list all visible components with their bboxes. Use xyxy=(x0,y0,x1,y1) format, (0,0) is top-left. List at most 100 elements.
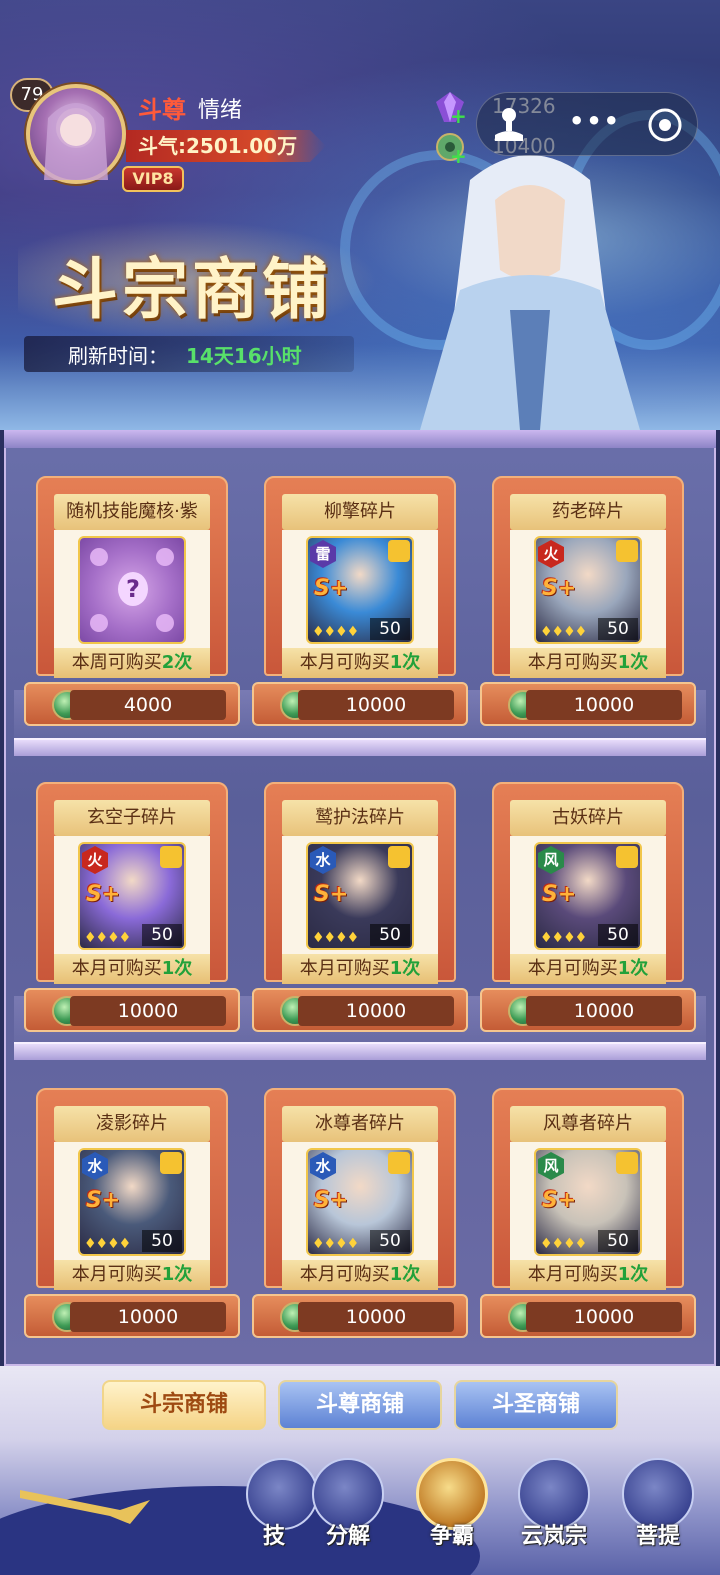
item-name: 古妖碎片 xyxy=(510,800,666,836)
limit-prefix: 本月可购买 xyxy=(299,1264,390,1285)
item-portrait[interactable]: 水 S+ ♦♦♦♦ 50 xyxy=(306,842,414,950)
fragment-puzzle-icon xyxy=(616,540,638,562)
buy-button[interactable]: 4000 xyxy=(24,682,240,726)
limit-prefix: 本月可购买 xyxy=(71,958,162,979)
shop-item-card[interactable]: 随机技能魔核·紫? 本周可购买2次 4000 xyxy=(24,476,240,728)
hero-level: 50 xyxy=(370,1230,410,1252)
vip-badge[interactable]: VIP8 xyxy=(122,166,184,192)
hero-level: 50 xyxy=(598,1230,638,1252)
hero-level: 50 xyxy=(598,924,638,946)
buy-button[interactable]: 10000 xyxy=(480,988,696,1032)
item-portrait[interactable]: 水 S+ ♦♦♦♦ 50 xyxy=(78,1148,186,1256)
add-jade-icon[interactable]: + xyxy=(450,144,467,168)
star-rating-icon: ♦♦♦♦ xyxy=(312,624,359,640)
star-rating-icon: ♦♦♦♦ xyxy=(540,1236,587,1252)
item-portrait[interactable]: 雷 S+ ♦♦♦♦ 50 xyxy=(306,536,414,644)
item-portrait[interactable]: 风 S+ ♦♦♦♦ 50 xyxy=(534,842,642,950)
nav-decompose[interactable]: 分解 xyxy=(306,1458,390,1568)
star-rating-icon: ♦♦♦♦ xyxy=(84,1236,131,1252)
buy-button[interactable]: 10000 xyxy=(480,682,696,726)
player-avatar[interactable] xyxy=(26,84,126,184)
rune-icon xyxy=(156,614,174,632)
item-portrait[interactable]: ? xyxy=(78,536,186,644)
add-crystal-icon[interactable]: + xyxy=(450,104,467,128)
limit-count: 1次 xyxy=(617,652,649,673)
tab-douzun-shop[interactable]: 斗尊商铺 xyxy=(278,1380,442,1430)
purchase-limit: 本月可购买1次 xyxy=(282,1260,438,1290)
random-skill-core-icon: ? xyxy=(80,538,184,642)
grade-splus-icon: S+ xyxy=(314,882,349,907)
nav-label: 分解 xyxy=(325,1524,370,1549)
item-price: 10000 xyxy=(526,1302,682,1332)
shop-item-card[interactable]: 风尊者碎片风 S+ ♦♦♦♦ 50 本月可购买1次 10000 xyxy=(480,1088,696,1340)
player-rank-title: 斗尊 xyxy=(138,95,186,124)
item-portrait[interactable]: 风 S+ ♦♦♦♦ 50 xyxy=(534,1148,642,1256)
nav-contest[interactable]: 争霸 xyxy=(410,1458,494,1568)
item-price: 10000 xyxy=(298,690,454,720)
item-portrait[interactable]: 水 S+ ♦♦♦♦ 50 xyxy=(306,1148,414,1256)
joystick-icon[interactable] xyxy=(489,105,529,145)
item-name: 冰尊者碎片 xyxy=(282,1106,438,1142)
shop-item-card[interactable]: 冰尊者碎片水 S+ ♦♦♦♦ 50 本月可购买1次 10000 xyxy=(252,1088,468,1340)
purchase-limit: 本月可购买1次 xyxy=(54,954,210,984)
fragment-puzzle-icon xyxy=(160,1152,182,1174)
purchase-limit: 本周可购买2次 xyxy=(54,648,210,678)
limit-count: 1次 xyxy=(389,1264,421,1285)
limit-prefix: 本月可购买 xyxy=(527,1264,618,1285)
shop-item-card[interactable]: 古妖碎片风 S+ ♦♦♦♦ 50 本月可购买1次 10000 xyxy=(480,782,696,1034)
shop-item-card[interactable]: 药老碎片火 S+ ♦♦♦♦ 50 本月可购买1次 10000 xyxy=(480,476,696,728)
shop-item-card[interactable]: 鹫护法碎片水 S+ ♦♦♦♦ 50 本月可购买1次 10000 xyxy=(252,782,468,1034)
item-portrait[interactable]: 火 S+ ♦♦♦♦ 50 xyxy=(534,536,642,644)
nav-bodhi[interactable]: 菩提 xyxy=(616,1458,700,1568)
tab-douzong-shop[interactable]: 斗宗商铺 xyxy=(102,1380,266,1430)
item-name: 鹫护法碎片 xyxy=(282,800,438,836)
fragment-puzzle-icon xyxy=(388,846,410,868)
shop-item-card[interactable]: 柳擎碎片雷 S+ ♦♦♦♦ 50 本月可购买1次 10000 xyxy=(252,476,468,728)
hero-level: 50 xyxy=(370,618,410,640)
nav-label: 云岚宗 xyxy=(520,1524,587,1549)
purchase-limit: 本月可购买1次 xyxy=(510,1260,666,1290)
star-rating-icon: ♦♦♦♦ xyxy=(540,930,587,946)
fragment-puzzle-icon xyxy=(160,846,182,868)
shop-item-card[interactable]: 凌影碎片水 S+ ♦♦♦♦ 50 本月可购买1次 10000 xyxy=(24,1088,240,1340)
miniprogram-capsule: ••• xyxy=(476,92,698,156)
item-name: 玄空子碎片 xyxy=(54,800,210,836)
purchase-limit: 本月可购买1次 xyxy=(282,954,438,984)
nav-yunlan-sect[interactable]: 云岚宗 xyxy=(512,1458,596,1568)
purchase-limit: 本月可购买1次 xyxy=(282,648,438,678)
limit-count: 1次 xyxy=(617,958,649,979)
tab-dousheng-shop[interactable]: 斗圣商铺 xyxy=(454,1380,618,1430)
limit-prefix: 本月可购买 xyxy=(527,958,618,979)
buy-button[interactable]: 10000 xyxy=(252,682,468,726)
grade-splus-icon: S+ xyxy=(86,1188,121,1213)
item-price: 4000 xyxy=(70,690,226,720)
avatar-portrait-icon xyxy=(44,103,108,180)
limit-count: 1次 xyxy=(617,1264,649,1285)
item-name: 风尊者碎片 xyxy=(510,1106,666,1142)
limit-prefix: 本月可购买 xyxy=(299,652,390,673)
hero-level: 50 xyxy=(598,618,638,640)
grade-splus-icon: S+ xyxy=(86,882,121,907)
nav-label: 菩提 xyxy=(635,1524,680,1549)
shelf-board xyxy=(14,738,706,756)
shelf-board xyxy=(14,1042,706,1060)
arrow-decoration-icon xyxy=(20,1490,150,1524)
item-price: 10000 xyxy=(526,690,682,720)
buy-button[interactable]: 10000 xyxy=(252,1294,468,1338)
buy-button[interactable]: 10000 xyxy=(252,988,468,1032)
shop-item-card[interactable]: 玄空子碎片火 S+ ♦♦♦♦ 50 本月可购买1次 10000 xyxy=(24,782,240,1034)
buy-button[interactable]: 10000 xyxy=(24,1294,240,1338)
more-options-icon[interactable]: ••• xyxy=(569,107,621,135)
limit-count: 1次 xyxy=(161,958,193,979)
buy-button[interactable]: 10000 xyxy=(24,988,240,1032)
close-miniprogram-icon[interactable] xyxy=(647,107,683,143)
grade-splus-icon: S+ xyxy=(542,882,577,907)
buy-button[interactable]: 10000 xyxy=(480,1294,696,1338)
star-rating-icon: ♦♦♦♦ xyxy=(540,624,587,640)
hero-level: 50 xyxy=(142,1230,182,1252)
hero-level: 50 xyxy=(370,924,410,946)
item-portrait[interactable]: 火 S+ ♦♦♦♦ 50 xyxy=(78,842,186,950)
item-price: 10000 xyxy=(526,996,682,1026)
star-rating-icon: ♦♦♦♦ xyxy=(84,930,131,946)
rune-icon xyxy=(90,614,108,632)
